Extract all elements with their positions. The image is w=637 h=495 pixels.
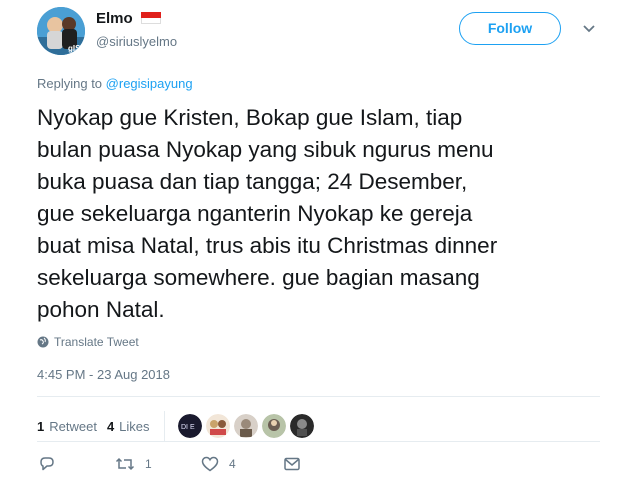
author-name-row: Elmo [96, 10, 161, 27]
liker-avatar-1[interactable]: DI E [177, 414, 202, 438]
liker-avatars: DI E [177, 414, 314, 438]
avatar-label: gISH [68, 44, 85, 53]
author-name[interactable]: Elmo [96, 10, 133, 27]
like-stat-label: Likes [119, 418, 150, 434]
heart-icon [201, 456, 219, 472]
tweet-stats: 1 Retweet 4 Likes DI E [37, 411, 314, 441]
author-handle[interactable]: @siriuslyelmo [96, 34, 177, 49]
retweet-action[interactable]: 1 [115, 456, 201, 472]
follow-button[interactable]: Follow [459, 12, 561, 45]
like-action[interactable]: 4 [201, 456, 283, 472]
tweet-timestamp[interactable]: 4:45 PM - 23 Aug 2018 [37, 367, 170, 382]
like-action-count: 4 [229, 457, 236, 471]
reply-action[interactable] [38, 456, 115, 472]
liker-avatar-3[interactable] [233, 414, 258, 438]
replying-prefix: Replying to [37, 76, 103, 91]
chevron-down-icon[interactable] [582, 22, 596, 36]
like-stat-count: 4 [106, 418, 115, 434]
retweet-stat-label: Retweet [49, 418, 97, 434]
author-avatar[interactable]: gISH [37, 7, 85, 55]
replying-to: Replying to @regisipayung [37, 76, 193, 91]
liker-avatar-1-label: DI E [181, 424, 195, 431]
like-stat[interactable]: 4 Likes [107, 419, 150, 434]
message-icon [284, 457, 300, 471]
avatar-image: gISH [37, 7, 85, 55]
replying-to-link[interactable]: @regisipayung [106, 76, 193, 91]
reply-icon [40, 457, 54, 471]
indonesia-flag-icon [140, 11, 161, 24]
retweet-action-count: 1 [145, 457, 152, 471]
liker-avatar-4[interactable] [261, 414, 286, 438]
tweet-actions: 1 4 [38, 456, 301, 472]
direct-message-action[interactable] [283, 456, 301, 472]
translate-label: Translate Tweet [54, 335, 139, 349]
retweet-stat[interactable]: 1 Retweet [37, 419, 97, 434]
globe-icon [37, 336, 49, 348]
translate-tweet-link[interactable]: Translate Tweet [37, 335, 139, 349]
divider-bottom [37, 441, 600, 442]
tweet-text: Nyokap gue Kristen, Bokap gue Islam, tia… [37, 105, 498, 322]
retweet-stat-count: 1 [37, 418, 45, 434]
liker-avatar-2[interactable] [205, 414, 230, 438]
retweet-icon [115, 457, 135, 471]
liker-avatar-5[interactable] [289, 414, 314, 438]
divider-top [37, 396, 600, 397]
stats-separator [163, 411, 165, 441]
